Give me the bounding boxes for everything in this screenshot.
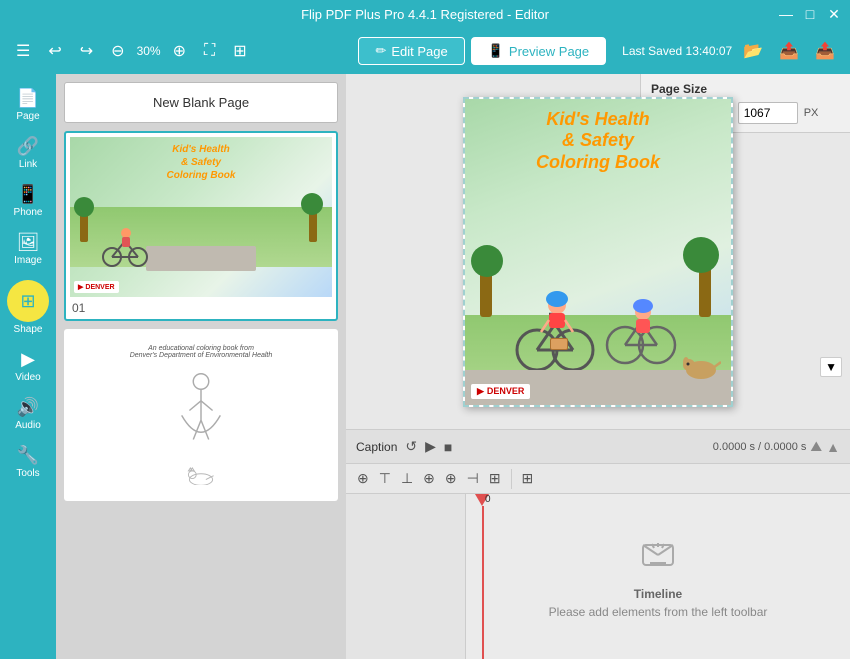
redo-button[interactable]: ↪ xyxy=(74,37,99,65)
titlebar: Flip PDF Plus Pro 4.4.1 Registered - Edi… xyxy=(0,0,850,28)
tl-group[interactable]: ⊣ xyxy=(464,468,482,489)
pages-panel: New Blank Page Kid's Health& SafetyColor… xyxy=(56,74,346,659)
sidebar-phone-label: Phone xyxy=(14,207,43,218)
timeline-toolbar: ⊕ ⊤ ⊥ ⊕ ⊕ ⊣ ⊞ ⊞ xyxy=(346,464,850,494)
timeline-section: Caption ↺ ▶ ■ 0.0000 s / 0.0000 s ⛰ ▲ ▼ … xyxy=(346,429,850,659)
timeline-empty-icon xyxy=(638,535,678,583)
preview-button[interactable]: 📱 Preview Page xyxy=(471,37,606,65)
edit-page-label: Edit Page xyxy=(391,44,447,59)
phone-icon: 📱 xyxy=(17,184,39,205)
page-thumbnail-2[interactable]: An educational coloring book fromDenver'… xyxy=(64,329,338,501)
page-icon: 📄 xyxy=(17,88,39,109)
book-title-thumb: Kid's Health& SafetyColoring Book xyxy=(167,143,236,182)
timeline-label: Timeline xyxy=(634,587,682,601)
denver-badge-thumb: ▶ DENVER xyxy=(74,281,119,293)
sidebar-item-phone[interactable]: 📱 Phone xyxy=(3,178,53,224)
sidebar-item-video[interactable]: ▶ Video xyxy=(3,343,53,389)
page-size-title: Page Size xyxy=(651,82,840,96)
menu-button[interactable]: ☰ xyxy=(10,37,36,65)
app-title: Flip PDF Plus Pro 4.4.1 Registered - Edi… xyxy=(301,7,549,22)
timeline-empty-state: Timeline Please add elements from the le… xyxy=(549,535,768,619)
book-cover-1: Kid's Health& SafetyColoring Book xyxy=(70,137,332,297)
tl-align-middle[interactable]: ⊕ xyxy=(442,468,460,489)
minimize-button[interactable]: — xyxy=(778,6,794,22)
preview-label: Preview Page xyxy=(509,44,589,59)
undo-button[interactable]: ↩ xyxy=(42,37,67,65)
sidebar-shape-label: Shape xyxy=(14,324,43,335)
page-thumbnail-1[interactable]: Kid's Health& SafetyColoring Book xyxy=(64,131,338,321)
main-layout: 📄 Page 🔗 Link 📱 Phone 🖼 Image ⊞ Shape ▶ … xyxy=(0,74,850,659)
play-button[interactable]: ▶ xyxy=(425,438,436,455)
collapse-timeline-button[interactable]: ▼ xyxy=(820,357,842,377)
sidebar-video-label: Video xyxy=(15,372,40,383)
timeline-tracks xyxy=(346,494,466,659)
zoom-out-button[interactable]: ⊖ xyxy=(105,37,130,65)
saved-status: Last Saved 13:40:07 xyxy=(622,44,732,58)
edit-icon: ✏ xyxy=(375,43,386,59)
sidebar-item-shape[interactable]: ⊞ Shape xyxy=(3,274,53,341)
close-button[interactable]: ✕ xyxy=(826,6,842,22)
height-unit: PX xyxy=(804,107,819,119)
tl-align-left[interactable]: ⊕ xyxy=(354,468,372,489)
sidebar-image-label: Image xyxy=(14,255,42,266)
rewind-button[interactable]: ↺ xyxy=(405,438,417,455)
shape-active-indicator: ⊞ xyxy=(7,280,49,322)
tl-align-right[interactable]: ⊤ xyxy=(376,468,394,489)
tl-layers[interactable]: ⊞ xyxy=(519,468,537,489)
page-canvas: Kid's Health & Safety Coloring Book xyxy=(463,97,733,407)
tl-align-center[interactable]: ⊕ xyxy=(420,468,438,489)
sidebar-link-label: Link xyxy=(19,159,37,170)
timeline-canvas: 0 xyxy=(466,494,850,659)
sidebar-item-page[interactable]: 📄 Page xyxy=(3,82,53,128)
mountain-icon: ⛰ xyxy=(810,438,822,455)
timeline-body: 0 xyxy=(346,494,850,659)
maximize-button[interactable]: □ xyxy=(802,6,818,22)
canvas-cover: Kid's Health & Safety Coloring Book xyxy=(465,99,731,405)
tl-ungroup[interactable]: ⊞ xyxy=(486,468,504,489)
sidebar-item-image[interactable]: 🖼 Image xyxy=(3,226,53,272)
image-icon: 🖼 xyxy=(17,232,40,253)
window-controls: — □ ✕ xyxy=(778,6,842,22)
edit-page-button[interactable]: ✏ Edit Page xyxy=(358,37,464,65)
audio-icon: 🔊 xyxy=(17,397,39,418)
link-icon: 🔗 xyxy=(17,136,39,157)
export-button[interactable]: 📤 xyxy=(774,39,804,63)
sidebar-page-label: Page xyxy=(16,111,39,122)
sidebar-audio-label: Audio xyxy=(15,420,41,431)
shape-icon: ⊞ xyxy=(20,291,35,312)
stop-button[interactable]: ■ xyxy=(444,439,452,455)
tools-icon: 🔧 xyxy=(17,445,39,466)
timeline-message: Please add elements from the left toolba… xyxy=(549,605,768,619)
video-icon: ▶ xyxy=(21,349,35,370)
canvas-book-title: Kid's Health & Safety Coloring Book xyxy=(536,109,660,174)
zoom-level: 30% xyxy=(137,44,161,58)
canvas-denver-badge: ▶ DENVER xyxy=(471,384,530,399)
main-toolbar: ☰ ↩ ↪ ⊖ 30% ⊕ ⛶ ⊞ ✏ Edit Page 📱 Preview … xyxy=(0,28,850,74)
sidebar-item-audio[interactable]: 🔊 Audio xyxy=(3,391,53,437)
time-display: 0.0000 s / 0.0000 s ⛰ ▲ xyxy=(713,438,840,455)
playhead-number: 0 xyxy=(485,494,491,505)
page-1-number: 01 xyxy=(70,301,332,315)
sidebar-item-tools[interactable]: 🔧 Tools xyxy=(3,439,53,485)
fit-button[interactable]: ⛶ xyxy=(198,38,221,64)
caption-bar: Caption ↺ ▶ ■ 0.0000 s / 0.0000 s ⛰ ▲ ▼ xyxy=(346,430,850,464)
new-blank-page-button[interactable]: New Blank Page xyxy=(64,82,338,123)
chart-icon: ▲ xyxy=(826,439,840,455)
share-button[interactable]: 📤 xyxy=(810,39,840,63)
caption-label: Caption xyxy=(356,440,397,454)
zoom-in-button[interactable]: ⊕ xyxy=(167,37,192,65)
page-1-image: Kid's Health& SafetyColoring Book xyxy=(70,137,332,297)
preview-icon: 📱 xyxy=(488,43,504,59)
grid-button[interactable]: ⊞ xyxy=(227,37,252,65)
page-2-subtitle: An educational coloring book fromDenver'… xyxy=(130,345,273,359)
sidebar: 📄 Page 🔗 Link 📱 Phone 🖼 Image ⊞ Shape ▶ … xyxy=(0,74,56,659)
content-area: Page Size PX PX Kid's Health & Safety Co… xyxy=(346,74,850,659)
import-button[interactable]: 📂 xyxy=(738,39,768,63)
sidebar-tools-label: Tools xyxy=(16,468,39,479)
sidebar-item-link[interactable]: 🔗 Link xyxy=(3,130,53,176)
tl-distribute[interactable]: ⊥ xyxy=(398,468,416,489)
page-height-input[interactable] xyxy=(738,102,798,124)
